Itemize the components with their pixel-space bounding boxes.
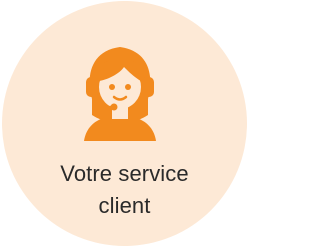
service-label-line2: client [98,193,151,218]
service-label-line1: Votre service [60,161,189,186]
customer-service-agent-icon [84,47,156,141]
customer-service-badge[interactable]: Votre service client [2,1,247,246]
